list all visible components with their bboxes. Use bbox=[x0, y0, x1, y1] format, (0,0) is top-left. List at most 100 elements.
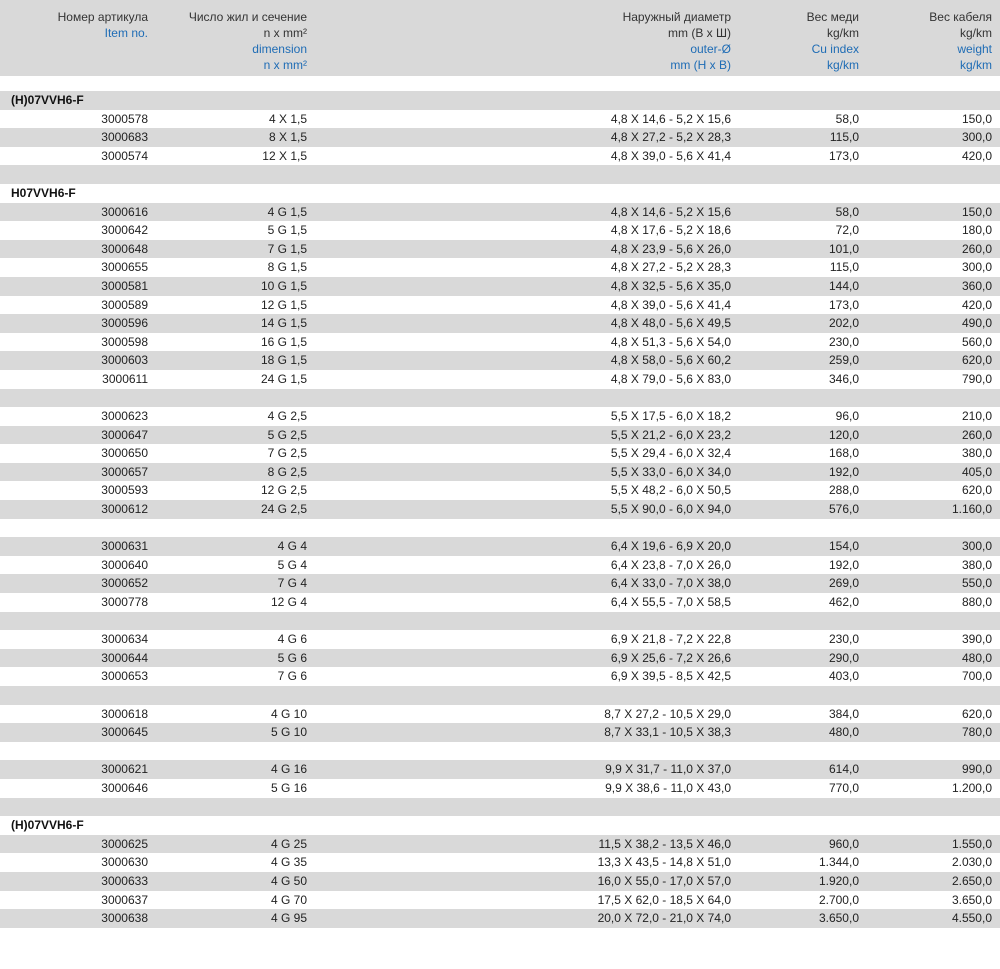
table-row: 3000616 4 G 1,5 4,8 X 14,6 - 5,2 X 15,6 58,… bbox=[0, 202, 1000, 222]
cell-cu-weight: 173,0 bbox=[828, 148, 859, 163]
cell-item-number: 3000640 bbox=[101, 557, 148, 572]
cell-cu-weight: 115,0 bbox=[829, 260, 859, 275]
cell-cable-weight: 360,0 bbox=[961, 278, 992, 293]
cell-cable-weight: 2.650,0 bbox=[951, 873, 992, 888]
header-cu-en: Cu index bbox=[811, 42, 859, 56]
header-dimension: Число жил и сечение n x mm² dimension n … bbox=[160, 9, 307, 73]
cell-item-number: 3000657 bbox=[101, 464, 148, 479]
header-weight-ru-unit: kg/km bbox=[959, 26, 992, 40]
cell-cu-weight: 259,0 bbox=[828, 353, 859, 368]
cell-dimension: 4 X 1,5 bbox=[268, 111, 307, 126]
table-row: 3000655 8 G 1,5 4,8 X 27,2 - 5,2 X 28,3 115… bbox=[0, 258, 1000, 277]
cell-cable-weight: 150,0 bbox=[961, 111, 992, 126]
table-row: 3000640 5 G 4 6,4 X 23,8 - 7,0 X 26,0 192,0… bbox=[0, 555, 1000, 575]
header-item-en: Item no. bbox=[104, 26, 148, 40]
cell-cu-weight: 230,0 bbox=[828, 632, 859, 647]
cell-dimension: 4 G 95 bbox=[270, 911, 307, 926]
cell-dimension: 5 G 4 bbox=[277, 557, 307, 572]
cell-item-number: 3000603 bbox=[101, 353, 148, 368]
header-outer-diameter: Наружный диаметр mm (В x Ш) outer-Ø mm (… bbox=[500, 9, 731, 73]
cell-outer-diameter: 4,8 X 17,6 - 5,2 X 18,6 bbox=[610, 223, 731, 238]
cell-outer-diameter: 4,8 X 48,0 - 5,6 X 49,5 bbox=[610, 316, 731, 331]
cell-cu-weight: 3.650,0 bbox=[818, 911, 859, 926]
table-row: 3000642 5 G 1,5 4,8 X 17,6 - 5,2 X 18,6 72,… bbox=[0, 221, 1000, 240]
cell-dimension: 5 G 6 bbox=[277, 650, 307, 665]
header-cu-weight: Вес меди kg/km Cu index kg/km bbox=[760, 9, 859, 73]
cell-cu-weight: 290,0 bbox=[828, 650, 859, 665]
cell-cable-weight: 880,0 bbox=[961, 595, 992, 610]
table-row: 3000578 4 X 1,5 4,8 X 14,6 - 5,2 X 15,6 58,… bbox=[0, 109, 1000, 129]
cell-dimension: 7 G 6 bbox=[277, 669, 307, 684]
cell-dimension: 4 G 10 bbox=[270, 706, 307, 721]
table-row: 3000593 12 G 2,5 5,5 X 48,2 - 6,0 X 50,5 28… bbox=[0, 481, 1000, 501]
cell-cu-weight: 173,0 bbox=[828, 297, 859, 312]
table-row: 3000778 12 G 4 6,4 X 55,5 - 7,0 X 58,5 462,… bbox=[0, 593, 1000, 612]
cell-dimension: 4 G 70 bbox=[270, 892, 307, 907]
cell-cable-weight: 1.200,0 bbox=[951, 780, 992, 795]
header-outer-en-unit: mm (H x B) bbox=[670, 58, 731, 72]
cell-cu-weight: 192,0 bbox=[828, 464, 859, 479]
cell-dimension: 10 G 1,5 bbox=[260, 278, 307, 293]
spacer-row bbox=[0, 165, 1000, 184]
cell-dimension: 4 G 1,5 bbox=[267, 204, 307, 219]
cell-item-number: 3000637 bbox=[101, 892, 148, 907]
spacer-row bbox=[0, 741, 1000, 761]
cell-item-number: 3000648 bbox=[101, 241, 148, 256]
cell-dimension: 18 G 1,5 bbox=[260, 353, 307, 368]
cell-item-number: 3000618 bbox=[101, 706, 148, 721]
section-title-row: (H)07VVH6-F bbox=[0, 816, 1000, 835]
table-row: 3000653 7 G 6 6,9 X 39,5 - 8,5 X 42,5 403,0… bbox=[0, 667, 1000, 686]
cell-dimension: 12 G 1,5 bbox=[260, 297, 307, 312]
cell-cable-weight: 620,0 bbox=[961, 483, 992, 498]
cell-dimension: 5 G 16 bbox=[270, 780, 307, 795]
cell-outer-diameter: 8,7 X 27,2 - 10,5 X 29,0 bbox=[604, 706, 731, 721]
table-row: 3000657 8 G 2,5 5,5 X 33,0 - 6,0 X 34,0 192… bbox=[0, 462, 1000, 482]
cell-cable-weight: 380,0 bbox=[961, 557, 992, 572]
table-row: 3000630 4 G 35 13,3 X 43,5 - 14,8 X 51,0 1.… bbox=[0, 853, 1000, 872]
cell-cu-weight: 144,0 bbox=[828, 278, 859, 293]
cell-item-number: 3000645 bbox=[101, 725, 148, 740]
cell-outer-diameter: 17,5 X 62,0 - 18,5 X 64,0 bbox=[597, 892, 731, 907]
cell-item-number: 3000634 bbox=[101, 632, 148, 647]
cell-cu-weight: 58,0 bbox=[835, 111, 859, 126]
header-weight-en-unit: kg/km bbox=[959, 58, 992, 72]
cell-item-number: 3000621 bbox=[101, 762, 148, 777]
header-dimension-ru-unit: n x mm² bbox=[263, 26, 307, 40]
cell-dimension: 4 G 4 bbox=[277, 539, 307, 554]
cell-cu-weight: 168,0 bbox=[828, 446, 859, 461]
cell-cable-weight: 3.650,0 bbox=[951, 892, 992, 907]
cell-cable-weight: 480,0 bbox=[961, 650, 992, 665]
section-title: (H)07VVH6-F bbox=[11, 93, 84, 107]
section-title-row: (H)07VVH6-F bbox=[0, 91, 1000, 110]
cell-cable-weight: 780,0 bbox=[961, 725, 992, 740]
cell-cable-weight: 260,0 bbox=[961, 427, 992, 442]
cell-dimension: 4 G 35 bbox=[270, 855, 307, 870]
cable-data-table: (H)07VVH6-F 3000578 4 X 1,5 4,8 X 14,6 - 5,… bbox=[0, 91, 1000, 928]
header-cu-ru: Вес меди bbox=[806, 10, 859, 24]
table-row: 3000623 4 G 2,5 5,5 X 17,5 - 6,0 X 18,2 96,… bbox=[0, 407, 1000, 426]
cell-item-number: 3000633 bbox=[101, 873, 148, 888]
cell-dimension: 4 G 2,5 bbox=[267, 409, 307, 424]
cell-cu-weight: 384,0 bbox=[828, 706, 859, 721]
cell-cu-weight: 202,0 bbox=[828, 316, 859, 331]
cell-cable-weight: 210,0 bbox=[961, 409, 992, 424]
table-row: 3000637 4 G 70 17,5 X 62,0 - 18,5 X 64,0 2.… bbox=[0, 890, 1000, 910]
table-row: 3000581 10 G 1,5 4,8 X 32,5 - 5,6 X 35,0 14… bbox=[0, 276, 1000, 296]
cell-cable-weight: 300,0 bbox=[961, 539, 992, 554]
cell-cu-weight: 288,0 bbox=[828, 483, 859, 498]
cell-cu-weight: 230,0 bbox=[828, 334, 859, 349]
cell-outer-diameter: 6,4 X 33,0 - 7,0 X 38,0 bbox=[610, 576, 731, 591]
cell-dimension: 12 X 1,5 bbox=[262, 148, 307, 163]
cell-cu-weight: 101,0 bbox=[828, 241, 859, 256]
header-outer-ru-unit: mm (В x Ш) bbox=[668, 26, 731, 40]
cell-cu-weight: 192,0 bbox=[828, 557, 859, 572]
cell-dimension: 16 G 1,5 bbox=[260, 334, 307, 349]
cell-dimension: 7 G 4 bbox=[277, 576, 307, 591]
cell-item-number: 3000650 bbox=[101, 446, 148, 461]
cell-cable-weight: 1.160,0 bbox=[951, 502, 992, 517]
cell-outer-diameter: 5,5 X 33,0 - 6,0 X 34,0 bbox=[610, 464, 731, 479]
cell-cu-weight: 72,0 bbox=[835, 223, 859, 238]
cell-outer-diameter: 9,9 X 38,6 - 11,0 X 43,0 bbox=[605, 780, 731, 795]
section-title: (H)07VVH6-F bbox=[11, 818, 84, 833]
cell-dimension: 4 G 25 bbox=[270, 836, 307, 851]
